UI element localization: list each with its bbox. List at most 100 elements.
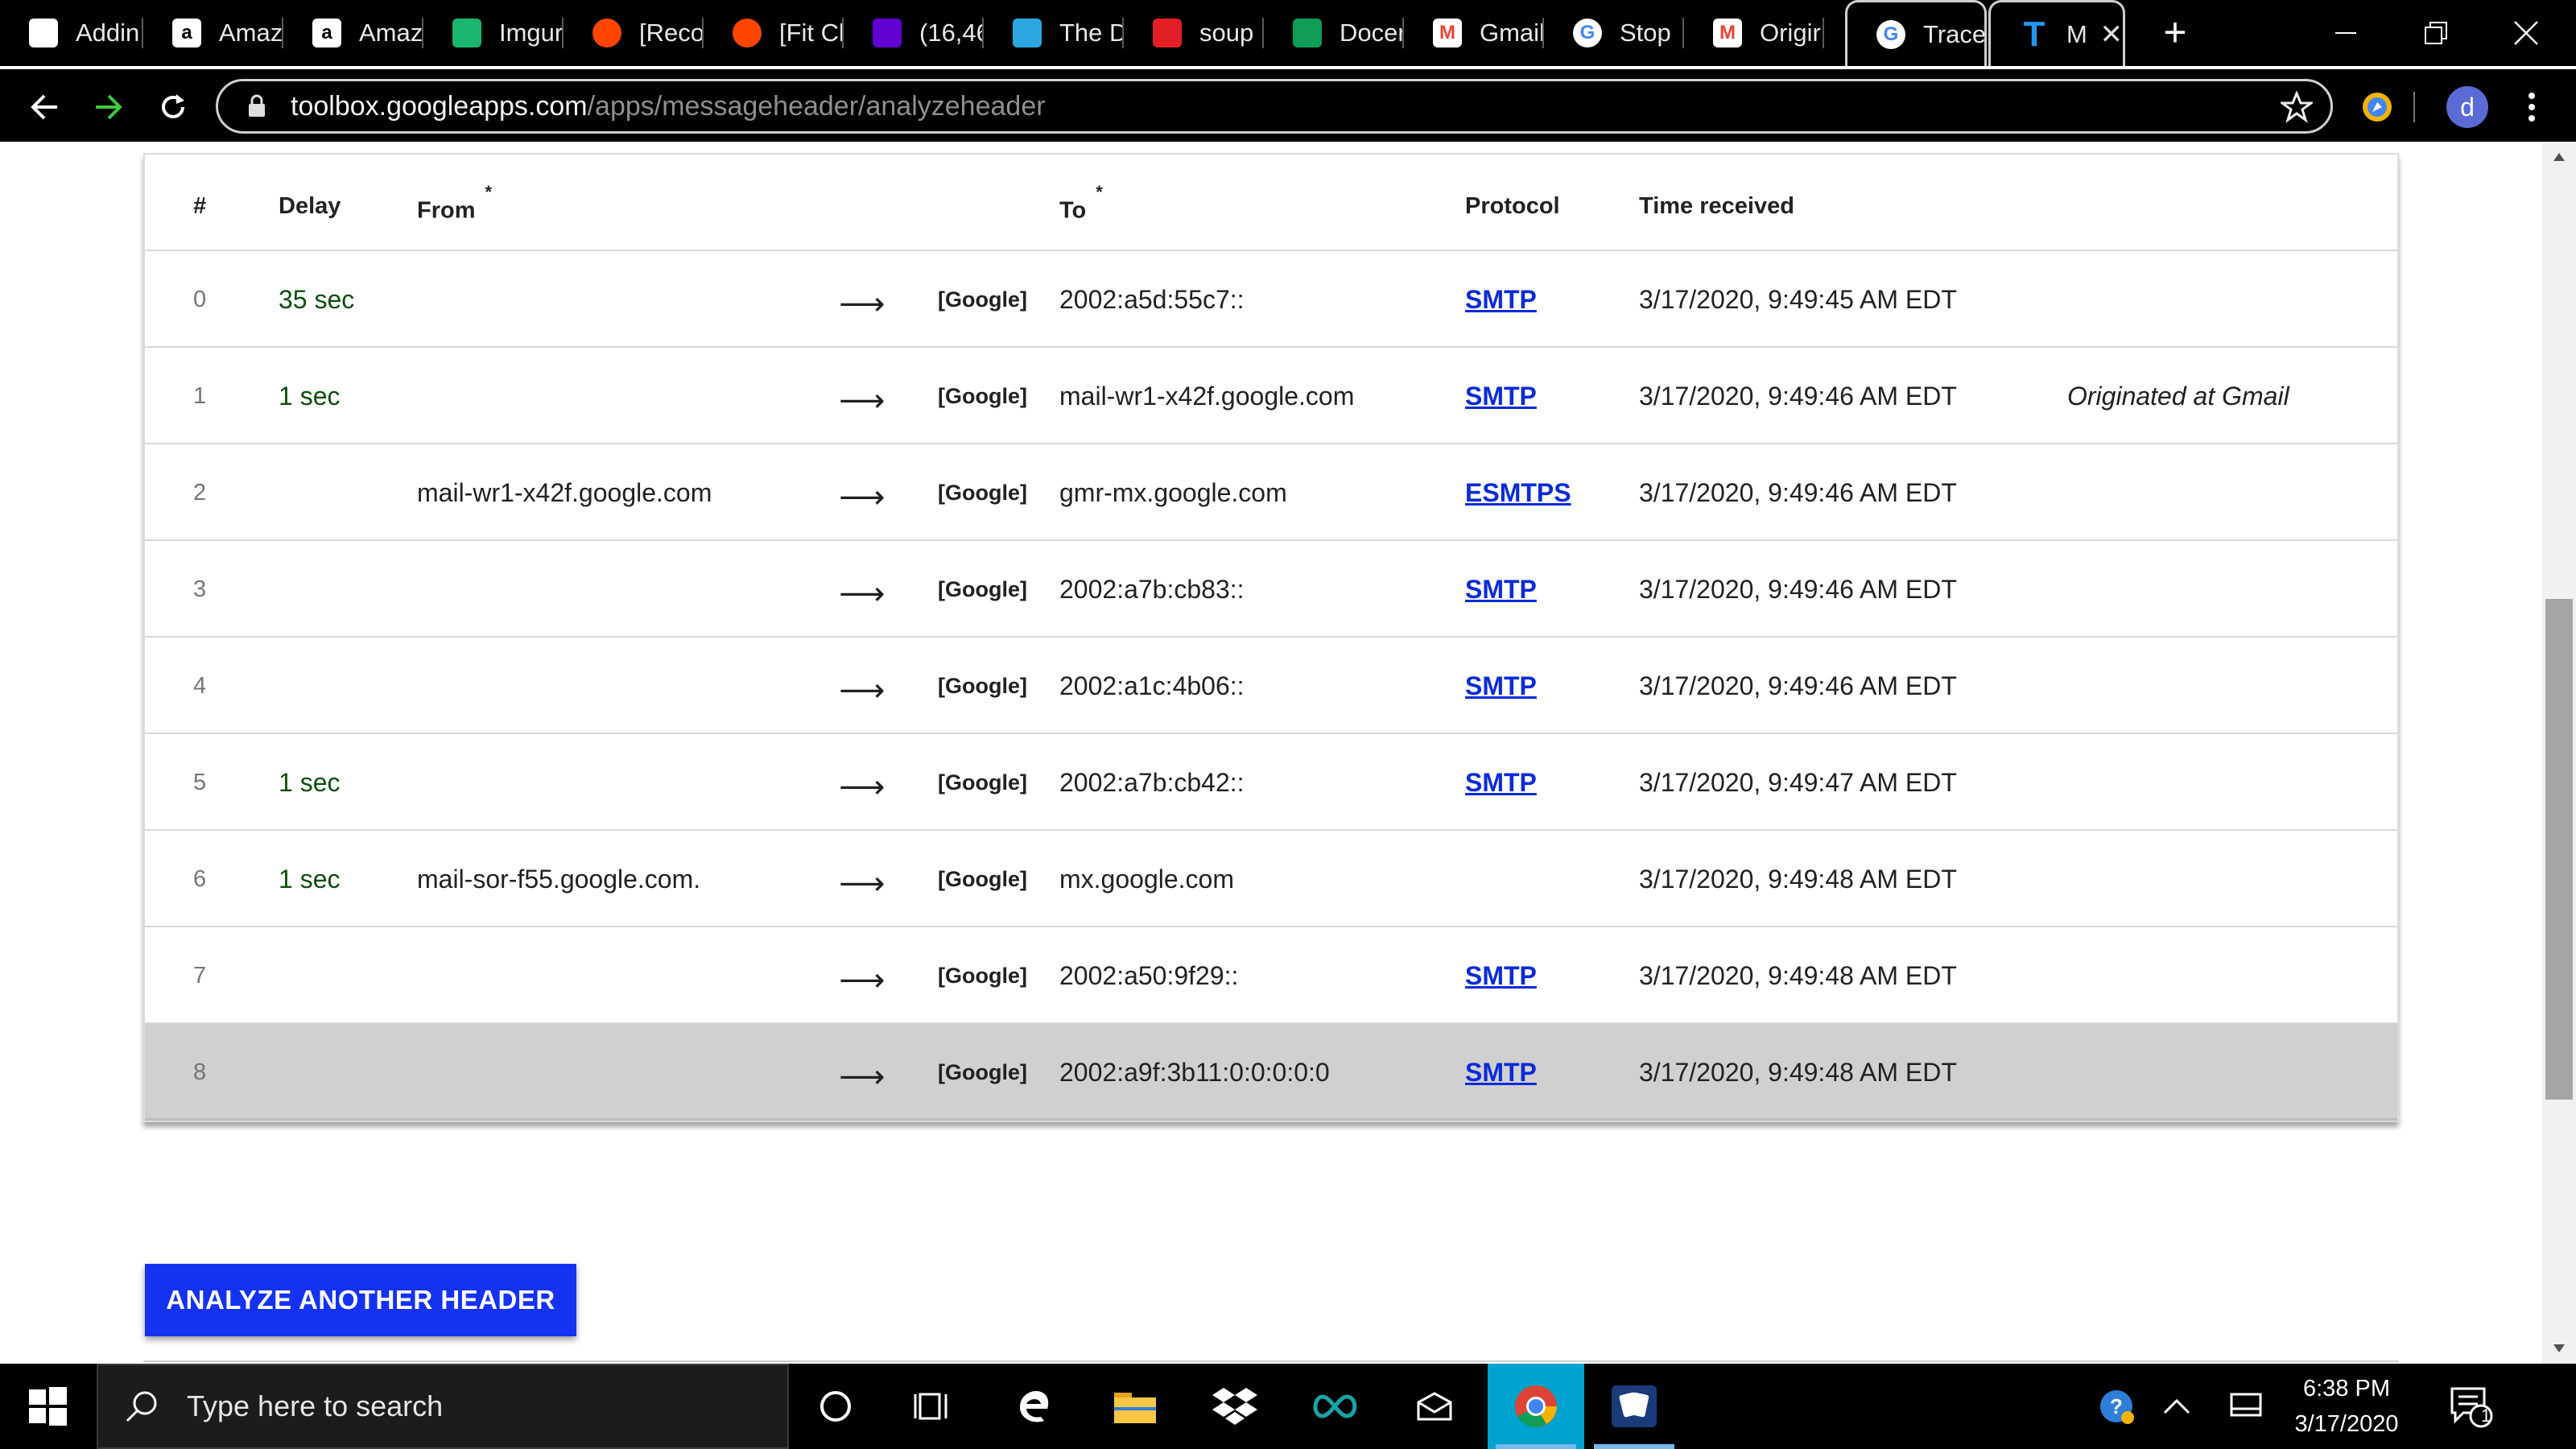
hop-protocol-link[interactable]: SMTP (1465, 927, 1537, 1024)
start-button[interactable] (23, 1381, 72, 1431)
hop-protocol-link[interactable]: SMTP (1465, 251, 1537, 348)
hop-to: 2002:a1c:4b06:: (1059, 671, 1245, 700)
browser-tab[interactable]: The D (984, 0, 1124, 66)
scroll-thumb[interactable] (2545, 599, 2573, 1100)
hop-delay: 1 sec (279, 768, 341, 797)
hop-protocol-link[interactable]: SMTP (1465, 638, 1537, 734)
header-num: # (193, 193, 207, 219)
hop-arrow: ⟶ (839, 673, 886, 708)
hop-arrow: ⟶ (839, 866, 886, 902)
scroll-down-arrow[interactable] (2542, 1336, 2576, 1360)
extension-button[interactable] (2349, 79, 2405, 135)
show-hidden-icons-button[interactable] (2145, 1364, 2209, 1449)
cortana-button[interactable] (787, 1364, 884, 1449)
taskbar-search-box[interactable]: Type here to search (97, 1364, 789, 1449)
hop-protocol-link[interactable]: ESMTPS (1465, 444, 1571, 541)
dropbox-taskbar-button[interactable] (1187, 1364, 1283, 1449)
hop-by: [Google] (938, 384, 1027, 408)
browser-tab[interactable]: Imgur (423, 0, 564, 66)
browser-tab[interactable]: a Amaz (143, 0, 283, 66)
scroll-up-arrow[interactable] (2542, 145, 2576, 169)
address-bar[interactable]: toolbox.googleapps.com/apps/messageheade… (216, 79, 2333, 134)
arrow-left-icon (31, 94, 57, 120)
forward-button[interactable] (80, 79, 137, 135)
hop-protocol-link[interactable]: SMTP (1465, 734, 1537, 831)
table-row[interactable]: 5 1 sec ⟶ [Google] 2002:a7b:cb42:: SMTP 3/17/2… (145, 734, 2397, 831)
browser-tab[interactable]: G Stop (1544, 0, 1684, 66)
hop-to: 2002:a7b:cb42:: (1059, 768, 1245, 797)
hop-by: [Google] (938, 770, 1027, 795)
table-row[interactable]: 7 ⟶ [Google] 2002:a50:9f29:: SMTP 3/17/2020, … (145, 927, 2397, 1024)
back-button[interactable] (16, 79, 72, 135)
extension-compass-icon (2363, 93, 2392, 122)
browser-tab[interactable]: Addin (0, 0, 143, 66)
table-row[interactable]: 8 ⟶ [Google] 2002:a9f:3b11:0:0:0:0:0 SMTP 3/1… (145, 1024, 2397, 1121)
hop-time: 3/17/2020, 9:49:46 AM EDT (1639, 671, 1957, 700)
table-row[interactable]: 1 1 sec ⟶ [Google] mail-wr1-x42f.google.com S… (145, 348, 2397, 444)
close-icon (2514, 21, 2538, 45)
avatar: d (2446, 86, 2488, 128)
mail-taskbar-button[interactable] (1386, 1364, 1483, 1449)
lock-icon[interactable] (241, 94, 273, 118)
browser-tab[interactable]: (16,46 (844, 0, 984, 66)
edge-taskbar-button[interactable] (987, 1364, 1084, 1449)
browser-tab[interactable]: M Gmail (1404, 0, 1544, 66)
browser-menu-button[interactable] (2504, 79, 2560, 135)
hops-table: # Delay From * To * Protocol Time received… (143, 153, 2399, 1122)
restore-button[interactable] (2391, 0, 2481, 66)
table-row[interactable]: 4 ⟶ [Google] 2002:a1c:4b06:: SMTP 3/17/2020, … (145, 638, 2397, 734)
solitaire-taskbar-button[interactable] (1586, 1364, 1682, 1449)
hop-arrow: ⟶ (839, 480, 886, 515)
help-tray-button[interactable]: ? (2080, 1364, 2153, 1449)
browser-tab[interactable]: [Reco (564, 0, 704, 66)
browser-tab[interactable]: G Trace (1845, 0, 1987, 66)
reload-button[interactable] (145, 79, 201, 135)
browser-tab[interactable]: Docer (1264, 0, 1404, 66)
browser-tab-title: soup (1199, 19, 1254, 47)
bookmark-star-icon[interactable] (2278, 90, 2315, 127)
browser-tab[interactable]: a Amaz (283, 0, 423, 66)
triangle-up-icon (2553, 153, 2565, 161)
action-center-button[interactable]: 1 (2423, 1364, 2520, 1449)
taskbar-clock[interactable]: 6:38 PM 3/17/2020 (2286, 1364, 2407, 1449)
task-view-button[interactable] (884, 1364, 980, 1449)
table-row[interactable]: 0 35 sec ⟶ [Google] 2002:a5d:55c7:: SMTP 3/17/… (145, 251, 2397, 348)
hop-time: 3/17/2020, 9:49:48 AM EDT (1639, 1058, 1957, 1087)
chrome-taskbar-button[interactable] (1488, 1364, 1584, 1449)
browser-tab[interactable]: T M ✕ (1988, 0, 2125, 66)
tab-close-icon[interactable]: ✕ (2100, 19, 2124, 51)
header-to-mark: * (1096, 182, 1103, 202)
profile-avatar[interactable]: d (2439, 79, 2496, 135)
hop-time: 3/17/2020, 9:49:46 AM EDT (1639, 382, 1957, 411)
restore-icon (2425, 22, 2447, 44)
file-explorer-taskbar-button[interactable] (1087, 1364, 1183, 1449)
page-scrollbar[interactable] (2542, 142, 2576, 1364)
hop-protocol-link[interactable]: SMTP (1465, 541, 1537, 638)
browser-tab[interactable]: M Origir (1684, 0, 1824, 66)
hop-by: [Google] (938, 481, 1027, 505)
hop-to: mx.google.com (1059, 865, 1234, 894)
hop-number: 2 (193, 480, 207, 506)
header-from-label: From (417, 197, 476, 224)
close-window-button[interactable] (2481, 0, 2571, 66)
arduino-taskbar-button[interactable] (1286, 1364, 1383, 1449)
hop-to: 2002:a5d:55c7:: (1059, 285, 1245, 314)
triangle-down-icon (2553, 1344, 2565, 1352)
table-row[interactable]: 2 mail-wr1-x42f.google.com ⟶ [Google] gmr-mx… (145, 444, 2397, 541)
clock-time: 6:38 PM (2303, 1376, 2390, 1402)
hop-protocol-link[interactable]: SMTP (1465, 348, 1537, 444)
hop-protocol-link[interactable]: SMTP (1465, 1024, 1537, 1121)
google-icon: G (1876, 19, 1905, 49)
mail-envelope-icon (1417, 1392, 1452, 1421)
table-row[interactable]: 6 1 sec mail-sor-f55.google.com. ⟶ [Google] m… (145, 831, 2397, 927)
windows-taskbar: Type here to search ? 6:38 PM 3/17/2020 (0, 1364, 2576, 1449)
new-tab-button[interactable]: + (2151, 8, 2199, 56)
table-row[interactable]: 3 ⟶ [Google] 2002:a7b:cb83:: SMTP 3/17/2020, … (145, 541, 2397, 638)
minimize-button[interactable] (2301, 0, 2391, 66)
browser-tab[interactable]: [Fit Cl (704, 0, 844, 66)
tablet-mode-button[interactable] (2206, 1364, 2286, 1449)
hop-time: 3/17/2020, 9:49:46 AM EDT (1639, 575, 1957, 604)
browser-tab[interactable]: soup (1124, 0, 1264, 66)
analyze-another-header-button[interactable]: ANALYZE ANOTHER HEADER (145, 1264, 576, 1336)
reddit-icon (592, 19, 621, 47)
